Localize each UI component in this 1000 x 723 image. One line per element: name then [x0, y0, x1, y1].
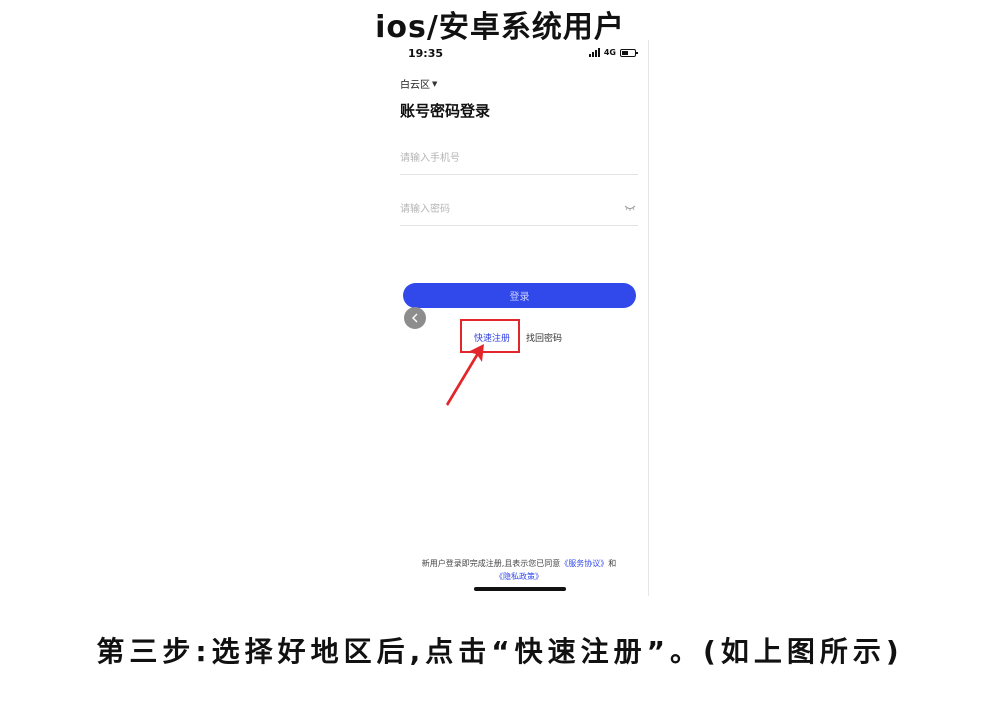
privacy-policy-link[interactable]: 《隐私政策》 — [495, 572, 543, 581]
status-bar: 19:35 4G — [390, 40, 648, 68]
eye-closed-icon[interactable] — [624, 204, 636, 212]
agreement-text: 新用户登录即完成注册,且表示您已同意《服务协议》和 《隐私政策》 — [390, 557, 648, 583]
chevron-left-icon — [412, 313, 418, 323]
status-indicators: 4G — [588, 48, 638, 57]
password-input[interactable] — [400, 195, 600, 223]
phone-input[interactable] — [400, 144, 600, 172]
red-arrow-annotation — [446, 344, 484, 406]
phone-field — [400, 144, 638, 175]
back-button[interactable] — [404, 307, 426, 329]
status-time: 19:35 — [408, 47, 444, 60]
step-caption: 第三步:选择好地区后,点击“快速注册”。(如上图所示) — [96, 635, 904, 668]
network-label: 4G — [603, 48, 616, 57]
phone-screenshot: 19:35 4G 白云区 ▼ 账号密码登录 登录 快速注册 找回 — [390, 40, 649, 596]
service-agreement-link[interactable]: 《服务协议》 — [560, 559, 608, 568]
caret-down-icon: ▼ — [432, 79, 438, 88]
password-field — [400, 195, 638, 226]
battery-icon — [620, 48, 638, 57]
find-password-link[interactable]: 找回密码 — [526, 331, 562, 344]
signal-icon — [588, 48, 600, 57]
region-label: 白云区 — [400, 80, 430, 91]
home-indicator — [474, 587, 566, 591]
login-title: 账号密码登录 — [400, 102, 491, 120]
agreement-conjunction: 和 — [608, 559, 617, 568]
login-button[interactable]: 登录 — [403, 283, 636, 308]
agreement-prefix: 新用户登录即完成注册,且表示您已同意 — [421, 559, 561, 568]
region-selector[interactable]: 白云区 ▼ — [400, 76, 438, 92]
